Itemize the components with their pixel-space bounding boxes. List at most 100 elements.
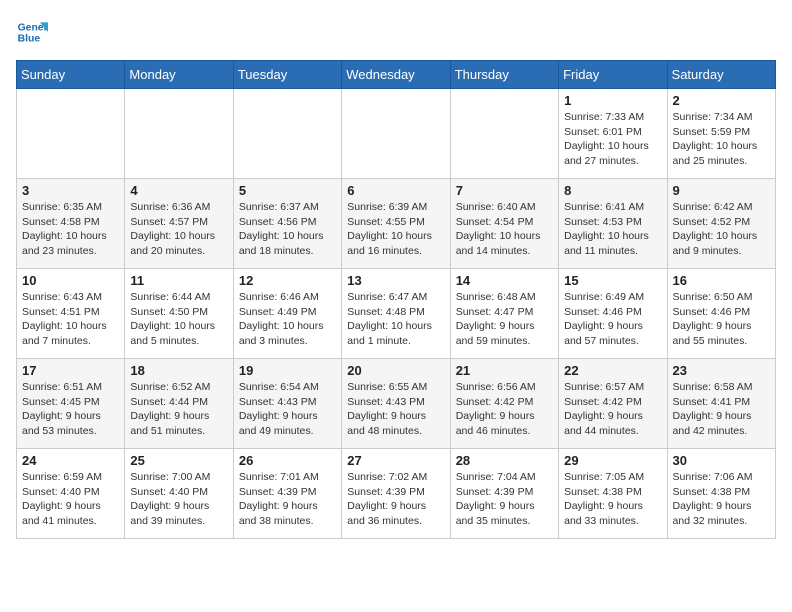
weekday-header-row: SundayMondayTuesdayWednesdayThursdayFrid… [17, 61, 776, 89]
calendar-cell: 22 Sunrise: 6:57 AM Sunset: 4:42 PM Dayli… [559, 359, 667, 449]
calendar-cell: 6 Sunrise: 6:39 AM Sunset: 4:55 PM Daylig… [342, 179, 450, 269]
day-info: Sunrise: 6:51 AM Sunset: 4:45 PM Dayligh… [22, 380, 119, 439]
day-info: Sunrise: 6:57 AM Sunset: 4:42 PM Dayligh… [564, 380, 661, 439]
day-info: Sunrise: 6:55 AM Sunset: 4:43 PM Dayligh… [347, 380, 444, 439]
day-number: 22 [564, 363, 661, 378]
calendar-cell: 23Sunrise: 6:58 AM Sunset: 4:41 PM Dayli… [667, 359, 775, 449]
weekday-header-sunday: Sunday [17, 61, 125, 89]
calendar-cell: 10Sunrise: 6:43 AM Sunset: 4:51 PM Dayli… [17, 269, 125, 359]
day-number: 17 [22, 363, 119, 378]
page-header: General Blue [16, 16, 776, 48]
day-info: Sunrise: 6:36 AM Sunset: 4:57 PM Dayligh… [130, 200, 227, 259]
calendar-cell: 25 Sunrise: 7:00 AM Sunset: 4:40 PM Dayli… [125, 449, 233, 539]
day-info: Sunrise: 6:42 AM Sunset: 4:52 PM Dayligh… [673, 200, 770, 259]
day-number: 18 [130, 363, 227, 378]
calendar-cell: 15 Sunrise: 6:49 AM Sunset: 4:46 PM Dayli… [559, 269, 667, 359]
calendar-cell: 14Sunrise: 6:48 AM Sunset: 4:47 PM Dayli… [450, 269, 558, 359]
calendar-cell: 21Sunrise: 6:56 AM Sunset: 4:42 PM Dayli… [450, 359, 558, 449]
calendar-cell: 26 Sunrise: 7:01 AM Sunset: 4:39 PM Dayli… [233, 449, 341, 539]
day-number: 20 [347, 363, 444, 378]
day-info: Sunrise: 6:56 AM Sunset: 4:42 PM Dayligh… [456, 380, 553, 439]
day-number: 30 [673, 453, 770, 468]
day-number: 6 [347, 183, 444, 198]
day-info: Sunrise: 7:06 AM Sunset: 4:38 PM Dayligh… [673, 470, 770, 529]
svg-text:Blue: Blue [18, 34, 41, 45]
day-number: 4 [130, 183, 227, 198]
day-number: 24 [22, 453, 119, 468]
calendar-week-row: 1 Sunrise: 7:33 AM Sunset: 6:01 PM Daylig… [17, 89, 776, 179]
day-info: Sunrise: 6:46 AM Sunset: 4:49 PM Dayligh… [239, 290, 336, 349]
day-number: 26 [239, 453, 336, 468]
calendar-cell: 1 Sunrise: 7:33 AM Sunset: 6:01 PM Daylig… [559, 89, 667, 179]
day-number: 1 [564, 93, 661, 108]
calendar-cell [233, 89, 341, 179]
day-number: 14 [456, 273, 553, 288]
calendar-cell: 17 Sunrise: 6:51 AM Sunset: 4:45 PM Dayli… [17, 359, 125, 449]
calendar-cell [125, 89, 233, 179]
day-info: Sunrise: 6:44 AM Sunset: 4:50 PM Dayligh… [130, 290, 227, 349]
calendar-cell: 16Sunrise: 6:50 AM Sunset: 4:46 PM Dayli… [667, 269, 775, 359]
day-number: 11 [130, 273, 227, 288]
calendar-cell [17, 89, 125, 179]
day-number: 12 [239, 273, 336, 288]
day-number: 9 [673, 183, 770, 198]
weekday-header-thursday: Thursday [450, 61, 558, 89]
calendar-cell: 2 Sunrise: 7:34 AM Sunset: 5:59 PM Daylig… [667, 89, 775, 179]
weekday-header-friday: Friday [559, 61, 667, 89]
day-info: Sunrise: 6:52 AM Sunset: 4:44 PM Dayligh… [130, 380, 227, 439]
day-number: 15 [564, 273, 661, 288]
calendar-cell: 13 Sunrise: 6:47 AM Sunset: 4:48 PM Dayli… [342, 269, 450, 359]
day-info: Sunrise: 6:47 AM Sunset: 4:48 PM Dayligh… [347, 290, 444, 349]
day-info: Sunrise: 6:40 AM Sunset: 4:54 PM Dayligh… [456, 200, 553, 259]
calendar-cell [450, 89, 558, 179]
calendar-cell: 9 Sunrise: 6:42 AM Sunset: 4:52 PM Daylig… [667, 179, 775, 269]
calendar-cell: 19 Sunrise: 6:54 AM Sunset: 4:43 PM Dayli… [233, 359, 341, 449]
day-info: Sunrise: 7:01 AM Sunset: 4:39 PM Dayligh… [239, 470, 336, 529]
day-info: Sunrise: 7:34 AM Sunset: 5:59 PM Dayligh… [673, 110, 770, 169]
calendar-cell: 20 Sunrise: 6:55 AM Sunset: 4:43 PM Dayli… [342, 359, 450, 449]
day-info: Sunrise: 6:39 AM Sunset: 4:55 PM Dayligh… [347, 200, 444, 259]
day-info: Sunrise: 6:58 AM Sunset: 4:41 PM Dayligh… [673, 380, 770, 439]
weekday-header-monday: Monday [125, 61, 233, 89]
day-number: 2 [673, 93, 770, 108]
day-info: Sunrise: 7:33 AM Sunset: 6:01 PM Dayligh… [564, 110, 661, 169]
logo: General Blue [16, 16, 52, 48]
day-info: Sunrise: 7:04 AM Sunset: 4:39 PM Dayligh… [456, 470, 553, 529]
calendar-cell: 11 Sunrise: 6:44 AM Sunset: 4:50 PM Dayli… [125, 269, 233, 359]
calendar-cell: 4 Sunrise: 6:36 AM Sunset: 4:57 PM Daylig… [125, 179, 233, 269]
calendar-cell: 27 Sunrise: 7:02 AM Sunset: 4:39 PM Dayli… [342, 449, 450, 539]
calendar-cell: 3 Sunrise: 6:35 AM Sunset: 4:58 PM Daylig… [17, 179, 125, 269]
calendar-week-row: 17 Sunrise: 6:51 AM Sunset: 4:45 PM Dayli… [17, 359, 776, 449]
calendar-cell: 29 Sunrise: 7:05 AM Sunset: 4:38 PM Dayli… [559, 449, 667, 539]
day-info: Sunrise: 6:54 AM Sunset: 4:43 PM Dayligh… [239, 380, 336, 439]
calendar-cell [342, 89, 450, 179]
day-number: 8 [564, 183, 661, 198]
weekday-header-wednesday: Wednesday [342, 61, 450, 89]
calendar-cell: 5Sunrise: 6:37 AM Sunset: 4:56 PM Daylig… [233, 179, 341, 269]
calendar-cell: 28 Sunrise: 7:04 AM Sunset: 4:39 PM Dayli… [450, 449, 558, 539]
day-number: 5 [239, 183, 336, 198]
calendar-cell: 12 Sunrise: 6:46 AM Sunset: 4:49 PM Dayli… [233, 269, 341, 359]
day-number: 29 [564, 453, 661, 468]
day-info: Sunrise: 6:49 AM Sunset: 4:46 PM Dayligh… [564, 290, 661, 349]
day-info: Sunrise: 7:05 AM Sunset: 4:38 PM Dayligh… [564, 470, 661, 529]
day-number: 13 [347, 273, 444, 288]
calendar-cell: 18 Sunrise: 6:52 AM Sunset: 4:44 PM Dayli… [125, 359, 233, 449]
calendar-table: SundayMondayTuesdayWednesdayThursdayFrid… [16, 60, 776, 539]
day-number: 28 [456, 453, 553, 468]
day-number: 3 [22, 183, 119, 198]
day-info: Sunrise: 7:02 AM Sunset: 4:39 PM Dayligh… [347, 470, 444, 529]
weekday-header-tuesday: Tuesday [233, 61, 341, 89]
day-number: 27 [347, 453, 444, 468]
day-info: Sunrise: 6:43 AM Sunset: 4:51 PM Dayligh… [22, 290, 119, 349]
day-info: Sunrise: 7:00 AM Sunset: 4:40 PM Dayligh… [130, 470, 227, 529]
day-number: 7 [456, 183, 553, 198]
day-number: 19 [239, 363, 336, 378]
day-info: Sunrise: 6:59 AM Sunset: 4:40 PM Dayligh… [22, 470, 119, 529]
calendar-cell: 8Sunrise: 6:41 AM Sunset: 4:53 PM Daylig… [559, 179, 667, 269]
calendar-week-row: 10Sunrise: 6:43 AM Sunset: 4:51 PM Dayli… [17, 269, 776, 359]
calendar-week-row: 24 Sunrise: 6:59 AM Sunset: 4:40 PM Dayli… [17, 449, 776, 539]
day-number: 25 [130, 453, 227, 468]
weekday-header-saturday: Saturday [667, 61, 775, 89]
day-info: Sunrise: 6:35 AM Sunset: 4:58 PM Dayligh… [22, 200, 119, 259]
